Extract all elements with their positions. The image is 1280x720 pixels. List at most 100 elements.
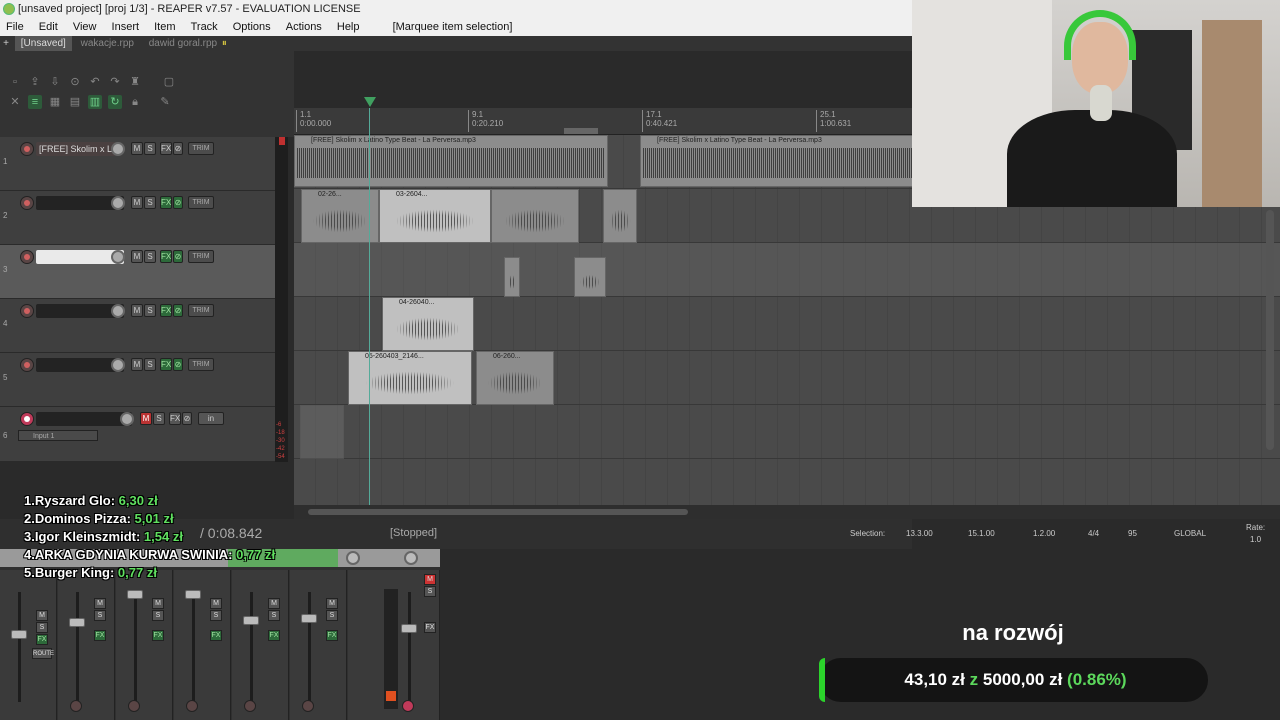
loop-icon[interactable]: ↻ <box>108 95 122 109</box>
fx-button[interactable]: FX <box>160 142 172 155</box>
mute-button[interactable]: M <box>326 598 338 609</box>
fx-button[interactable]: FX <box>210 630 222 641</box>
menu-insert[interactable]: Insert <box>106 19 146 36</box>
record-arm-button[interactable] <box>20 250 34 264</box>
item-grouping-icon[interactable]: ▦ <box>48 95 62 109</box>
pan-knob[interactable] <box>346 551 360 565</box>
solo-button[interactable]: S <box>152 610 164 621</box>
volume-knob[interactable] <box>120 412 134 426</box>
open-project-icon[interactable]: ⇪ <box>28 75 42 89</box>
menu-track[interactable]: Track <box>185 19 224 36</box>
global-automation-button[interactable]: GLOBAL <box>1174 529 1206 538</box>
fx-bypass-icon[interactable]: ⊘ <box>173 304 183 317</box>
fader[interactable] <box>185 590 201 599</box>
automation-mode-button[interactable]: TRIM <box>188 142 214 155</box>
track-name[interactable] <box>36 412 132 426</box>
media-item[interactable] <box>491 189 579 243</box>
mute-button[interactable]: M <box>131 250 143 263</box>
track-3[interactable]: 3 M S FX ⊘ TRIM <box>0 245 275 299</box>
horizontal-scrollbar[interactable] <box>294 505 1280 519</box>
menu-actions[interactable]: Actions <box>280 19 328 36</box>
volume-knob[interactable] <box>111 358 125 372</box>
record-arm-button[interactable] <box>20 196 34 210</box>
fader[interactable] <box>69 618 85 627</box>
project-tab-wakacje[interactable]: wakacje.rpp <box>75 36 140 51</box>
fader[interactable] <box>243 616 259 625</box>
fader[interactable] <box>401 624 417 633</box>
fx-button[interactable]: FX <box>160 250 172 263</box>
menu-view[interactable]: View <box>67 19 103 36</box>
menu-help[interactable]: Help <box>331 19 366 36</box>
automation-mode-button[interactable]: TRIM <box>188 358 214 371</box>
loop-region[interactable] <box>564 128 598 134</box>
new-project-icon[interactable]: ▫ <box>8 75 22 89</box>
automation-mode-button[interactable]: TRIM <box>188 196 214 209</box>
fx-button[interactable]: FX <box>169 412 181 425</box>
project-tab-unsaved[interactable]: [Unsaved] <box>14 36 72 51</box>
fx-button[interactable]: FX <box>326 630 338 641</box>
track-lane[interactable] <box>294 405 1280 459</box>
fx-button[interactable]: FX <box>160 358 172 371</box>
new-tab-icon[interactable]: + <box>0 36 12 51</box>
menu-edit[interactable]: Edit <box>33 19 64 36</box>
media-item[interactable]: 05-260403_2146... <box>348 351 472 405</box>
media-item[interactable] <box>603 189 637 243</box>
fx-button[interactable]: FX <box>268 630 280 641</box>
record-arm-button[interactable] <box>20 358 34 372</box>
record-arm-button[interactable] <box>402 700 414 712</box>
vertical-scrollbar[interactable] <box>1266 210 1274 450</box>
fx-bypass-icon[interactable]: ⊘ <box>173 250 183 263</box>
mute-button[interactable]: M <box>131 196 143 209</box>
fx-button[interactable]: FX <box>94 630 106 641</box>
selection-start[interactable]: 13.3.00 <box>906 529 933 538</box>
grid-icon[interactable]: ▢ <box>162 75 176 89</box>
fx-button[interactable]: FX <box>424 622 436 633</box>
master-solo-button[interactable]: S <box>36 622 48 633</box>
settings-icon[interactable]: ⊙ <box>68 75 82 89</box>
selection-length[interactable]: 1.2.00 <box>1033 529 1055 538</box>
empty-item[interactable] <box>300 405 344 459</box>
solo-button[interactable]: S <box>268 610 280 621</box>
fader[interactable] <box>127 590 143 599</box>
fx-bypass-icon[interactable]: ⊘ <box>173 358 183 371</box>
mute-button[interactable]: M <box>424 574 436 585</box>
mixer-master-strip[interactable]: M S FX ROUTE <box>0 570 57 720</box>
record-arm-button[interactable] <box>20 142 34 156</box>
track-4[interactable]: 4 M S FX ⊘ TRIM <box>0 299 275 353</box>
undo-icon[interactable]: ↶ <box>88 75 102 89</box>
solo-button[interactable]: S <box>153 412 165 425</box>
mixer-strip[interactable]: M S FX <box>116 570 173 720</box>
mute-button[interactable]: M <box>152 598 164 609</box>
track-name[interactable]: [FREE] Skolim x La <box>36 142 116 156</box>
media-item[interactable] <box>504 257 520 297</box>
timeline-ruler[interactable]: 1.1 0:00.000 9.1 0:20.210 17.1 0:40.421 25.… <box>294 108 912 135</box>
volume-knob[interactable] <box>111 250 125 264</box>
project-tab-dawid-goral[interactable]: dawid goral.rpp <box>143 36 223 51</box>
volume-knob[interactable] <box>111 196 125 210</box>
volume-knob[interactable] <box>111 304 125 318</box>
media-item[interactable]: 02-26... <box>301 189 379 243</box>
pan-knob[interactable] <box>404 551 418 565</box>
volume-knob[interactable] <box>111 142 125 156</box>
master-fx-button[interactable]: FX <box>36 634 48 645</box>
fader[interactable] <box>11 630 27 639</box>
track-lane[interactable] <box>294 243 1280 297</box>
fx-button[interactable]: FX <box>152 630 164 641</box>
mute-button[interactable]: M <box>131 142 143 155</box>
automation-mode-button[interactable]: TRIM <box>188 304 214 317</box>
master-mute-button[interactable]: M <box>36 610 48 621</box>
mute-button[interactable]: M <box>140 412 152 425</box>
automation-mode-button[interactable]: TRIM <box>188 250 214 263</box>
record-arm-button[interactable] <box>244 700 256 712</box>
envelope-icon[interactable]: ▤ <box>68 95 82 109</box>
mixer-strip[interactable]: M S FX <box>290 570 347 720</box>
solo-button[interactable]: S <box>144 250 156 263</box>
mixer-strip[interactable]: M S FX <box>174 570 231 720</box>
lock-icon[interactable]: 🔒︎ <box>128 95 142 109</box>
mute-button[interactable]: M <box>268 598 280 609</box>
mute-button[interactable]: M <box>210 598 222 609</box>
solo-button[interactable]: S <box>326 610 338 621</box>
save-project-icon[interactable]: ⇩ <box>48 75 62 89</box>
solo-button[interactable]: S <box>144 304 156 317</box>
record-arm-button[interactable] <box>128 700 140 712</box>
